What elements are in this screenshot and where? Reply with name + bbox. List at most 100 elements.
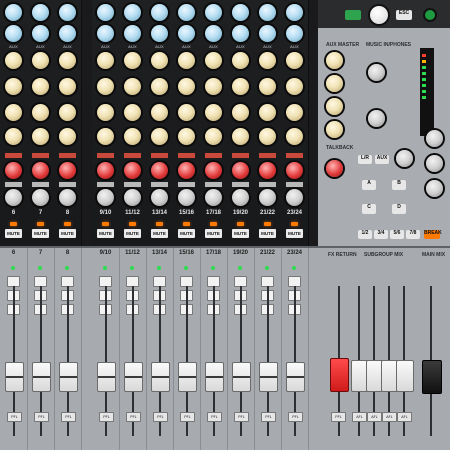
gain-knob[interactable] [32,4,49,21]
mute-button[interactable]: MUTE [59,229,76,238]
pfl-button[interactable]: PFL [99,412,114,422]
aux-knob-1[interactable] [286,52,303,69]
gain-knob[interactable] [5,4,22,21]
pfl-button[interactable]: PFL [61,412,76,422]
hi-eq-knob[interactable] [32,25,49,42]
fader-knob[interactable] [97,362,116,392]
subgroup-afl-button-3[interactable]: AFL [382,412,397,422]
bus-7-8-button[interactable]: 7/8 [406,230,420,239]
aux-knob-2[interactable] [97,78,114,95]
aux-knob-3[interactable] [5,104,22,121]
btn-b[interactable]: B [392,180,406,190]
aux-knob-1[interactable] [259,52,276,69]
aux-knob-4[interactable] [286,128,303,145]
aux-knob-4[interactable] [5,128,22,145]
aux-knob-3[interactable] [259,104,276,121]
bus-1-2-button[interactable]: 1/2 [358,230,372,239]
aux-master-knob-3[interactable] [326,98,343,115]
aux-knob-4[interactable] [59,128,76,145]
gain-knob[interactable] [178,4,195,21]
btn-a[interactable]: A [362,180,376,190]
aux-knob-3[interactable] [178,104,195,121]
aux-knob-3[interactable] [232,104,249,121]
fx-knob[interactable] [151,162,168,179]
fader-knob[interactable] [124,362,143,392]
pan-knob[interactable] [259,189,276,206]
mute-button[interactable]: MUTE [205,229,222,238]
aux-knob-4[interactable] [124,128,141,145]
pfl-button[interactable]: PFL [234,412,249,422]
gain-knob[interactable] [232,4,249,21]
hi-eq-knob[interactable] [178,25,195,42]
hi-eq-knob[interactable] [232,25,249,42]
pfl-button[interactable]: PFL [207,412,222,422]
fader-knob[interactable] [5,362,24,392]
pfl-button[interactable]: PFL [7,412,22,422]
fader-knob[interactable] [151,362,170,392]
fx-knob[interactable] [32,162,49,179]
aux-knob-1[interactable] [5,52,22,69]
pan-knob[interactable] [178,189,195,206]
pan-knob[interactable] [32,189,49,206]
fx-pfl-button[interactable]: PFL [331,412,346,422]
pan-knob[interactable] [59,189,76,206]
subgroup-afl-button-4[interactable]: AFL [397,412,412,422]
subgroup-afl-button-2[interactable]: AFL [367,412,382,422]
fader-knob[interactable] [178,362,197,392]
fader-knob[interactable] [205,362,224,392]
jog-knob[interactable] [370,6,388,24]
aux-knob-3[interactable] [97,104,114,121]
hi-eq-knob[interactable] [59,25,76,42]
hi-eq-knob[interactable] [151,25,168,42]
aux-button[interactable]: AUX [375,155,389,164]
talkback-knob[interactable] [326,160,343,177]
mute-button[interactable]: MUTE [286,229,303,238]
fader-knob[interactable] [32,362,51,392]
phones-knob[interactable] [368,110,385,127]
hi-eq-knob[interactable] [5,25,22,42]
master-knob-3[interactable] [426,180,443,197]
pan-knob[interactable] [286,189,303,206]
pfl-button[interactable]: PFL [126,412,141,422]
aux-knob-1[interactable] [59,52,76,69]
aux-knob-1[interactable] [124,52,141,69]
fx-knob[interactable] [232,162,249,179]
aux-knob-2[interactable] [32,78,49,95]
aux-knob-3[interactable] [286,104,303,121]
fx-knob[interactable] [5,162,22,179]
mute-button[interactable]: MUTE [124,229,141,238]
pan-knob[interactable] [205,189,222,206]
esc-button[interactable]: ESC [396,10,412,20]
hi-eq-knob[interactable] [97,25,114,42]
pfl-button[interactable]: PFL [288,412,303,422]
fx-return-fader-knob[interactable] [330,358,349,392]
master-knob-1[interactable] [426,130,443,147]
fx-knob[interactable] [259,162,276,179]
gain-knob[interactable] [259,4,276,21]
aux-knob-2[interactable] [205,78,222,95]
aux-knob-1[interactable] [232,52,249,69]
mute-button[interactable]: MUTE [232,229,249,238]
aux-knob-1[interactable] [97,52,114,69]
fader-knob[interactable] [232,362,251,392]
aux-knob-1[interactable] [151,52,168,69]
aux-master-knob-2[interactable] [326,75,343,92]
aux-knob-4[interactable] [97,128,114,145]
pfl-button[interactable]: PFL [153,412,168,422]
fx-knob[interactable] [178,162,195,179]
hi-eq-knob[interactable] [286,25,303,42]
aux-knob-2[interactable] [59,78,76,95]
aux-knob-1[interactable] [32,52,49,69]
master-knob-2[interactable] [426,155,443,172]
gain-knob[interactable] [151,4,168,21]
talkback-level-knob[interactable] [396,150,413,167]
pan-knob[interactable] [151,189,168,206]
pfl-button[interactable]: PFL [261,412,276,422]
lr-button[interactable]: L/R [358,155,372,164]
aux-knob-3[interactable] [124,104,141,121]
hi-eq-knob[interactable] [124,25,141,42]
aux-knob-3[interactable] [205,104,222,121]
aux-knob-4[interactable] [178,128,195,145]
gain-knob[interactable] [97,4,114,21]
fader-knob[interactable] [59,362,78,392]
